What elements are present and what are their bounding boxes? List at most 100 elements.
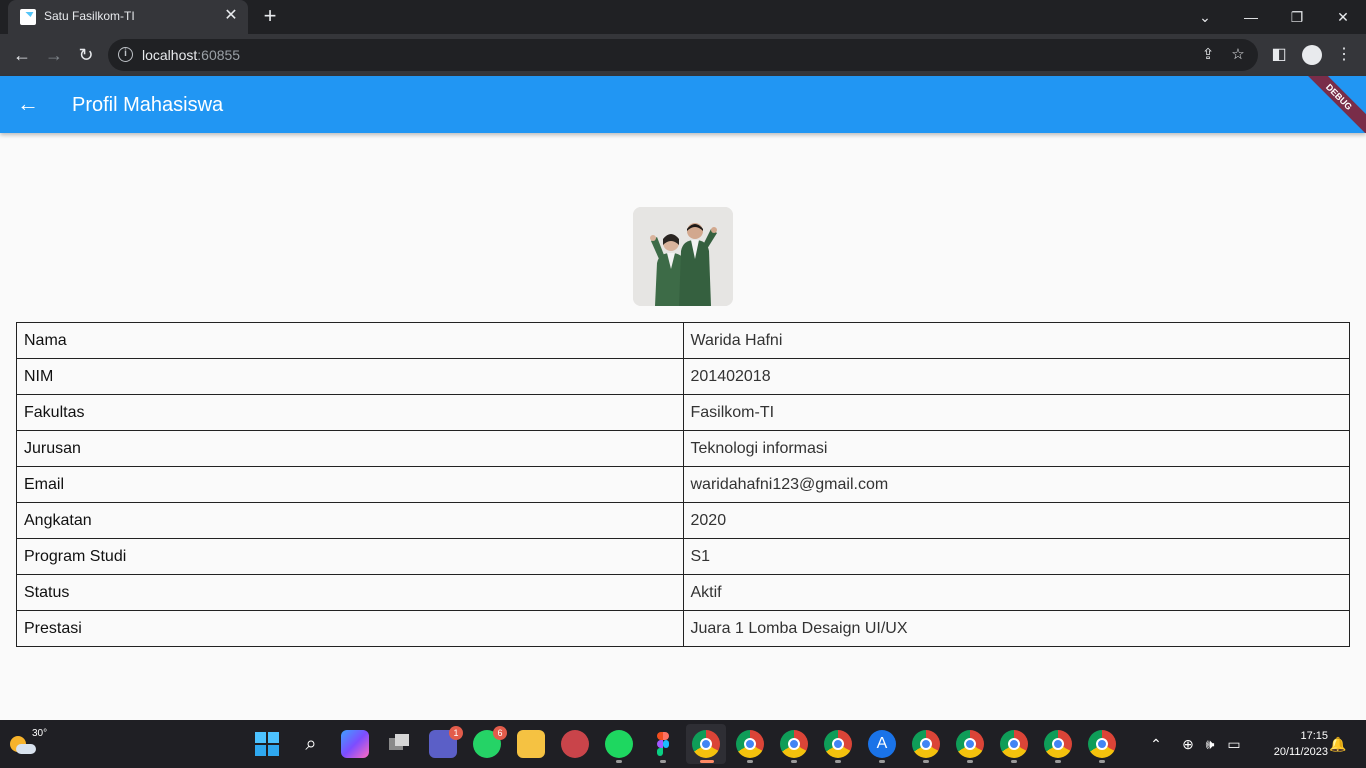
- menu-kebab-icon[interactable]: ⋮: [1332, 43, 1356, 67]
- chrome-icon[interactable]: [780, 730, 808, 758]
- running-indicator: [879, 760, 885, 763]
- chrome-icon[interactable]: [1000, 730, 1028, 758]
- running-indicator: [1055, 760, 1061, 763]
- address-bar[interactable]: i localhost:60855 ⇪ ☆: [108, 39, 1258, 71]
- table-row: Program Studi S1: [16, 538, 1350, 575]
- row-value: Juara 1 Lomba Desaign UI/UX: [682, 610, 1350, 647]
- system-clock[interactable]: 17:15 20/11/2023: [1256, 728, 1328, 760]
- running-indicator: [835, 760, 841, 763]
- new-tab-button[interactable]: +: [258, 5, 282, 29]
- spotify-icon[interactable]: [605, 730, 633, 758]
- row-label: Status: [16, 574, 684, 611]
- row-label: Angkatan: [16, 502, 684, 539]
- chrome-icon[interactable]: [692, 730, 720, 758]
- taskbar: 30° ⌕ 1 6 A ⌃ ⊕ 🕪 ▭ 17:15 20/11/2023 🔔: [0, 720, 1366, 768]
- file-explorer-icon[interactable]: [517, 730, 545, 758]
- running-indicator: [967, 760, 973, 763]
- row-value: waridahafni123@gmail.com: [682, 466, 1350, 503]
- notification-bell-icon[interactable]: 🔔: [1328, 734, 1348, 754]
- row-label: Fakultas: [16, 394, 684, 431]
- chrome-icon[interactable]: [1088, 730, 1116, 758]
- url-text[interactable]: localhost:60855: [142, 47, 240, 63]
- tab-search-chevron-icon[interactable]: ⌄: [1192, 4, 1218, 30]
- table-row: Email waridahafni123@gmail.com: [16, 466, 1350, 503]
- copilot-icon[interactable]: [341, 730, 369, 758]
- profile-photo: [633, 207, 733, 306]
- battery-icon[interactable]: ▭: [1224, 734, 1244, 754]
- weather-widget[interactable]: 30°: [10, 728, 47, 758]
- table-row: Angkatan 2020: [16, 502, 1350, 539]
- tab-title: Satu Fasilkom-TI: [44, 9, 135, 23]
- chrome-icon[interactable]: [1044, 730, 1072, 758]
- close-window-button[interactable]: ✕: [1330, 4, 1356, 30]
- clock-time: 17:15: [1300, 730, 1328, 742]
- flutter-favicon-icon: [20, 9, 36, 25]
- search-icon[interactable]: ⌕: [297, 730, 325, 758]
- row-value: 201402018: [682, 358, 1350, 395]
- android-studio-icon[interactable]: A: [868, 730, 896, 758]
- back-icon[interactable]: ←: [9, 42, 35, 68]
- row-value: 2020: [682, 502, 1350, 539]
- running-indicator: [660, 760, 666, 763]
- table-row: Fakultas Fasilkom-TI: [16, 394, 1350, 431]
- site-info-icon[interactable]: i: [118, 47, 133, 62]
- browser-toolbar: ← → ↻ i localhost:60855 ⇪ ☆ ◧ ⋮: [0, 34, 1366, 76]
- profile-avatar-icon[interactable]: [1302, 45, 1322, 65]
- teams-chat-icon[interactable]: 1: [429, 726, 463, 758]
- temperature: 30°: [32, 728, 48, 739]
- row-label: Jurusan: [16, 430, 684, 467]
- whatsapp-icon[interactable]: 6: [473, 726, 507, 758]
- cloud-icon: [16, 744, 36, 754]
- row-label: Program Studi: [16, 538, 684, 575]
- close-tab-icon[interactable]: ✕: [222, 7, 240, 25]
- restore-button[interactable]: ❐: [1284, 4, 1310, 30]
- running-indicator: [791, 760, 797, 763]
- side-panel-icon[interactable]: ◧: [1267, 43, 1291, 67]
- clock-date: 20/11/2023: [1273, 746, 1328, 758]
- page-title: Profil Mahasiswa: [72, 94, 224, 116]
- chrome-icon[interactable]: [956, 730, 984, 758]
- row-label: Email: [16, 466, 684, 503]
- profile-table: Nama Warida Hafni NIM 201402018 Fakultas…: [16, 322, 1350, 647]
- minimize-button[interactable]: —: [1238, 4, 1264, 30]
- running-indicator: [616, 760, 622, 763]
- debug-banner: DEBUG: [1295, 76, 1366, 133]
- task-view-icon[interactable]: [385, 730, 413, 758]
- app-mascot-icon[interactable]: [561, 730, 589, 758]
- forward-icon[interactable]: →: [41, 42, 67, 68]
- students-photo-illustration: [633, 207, 733, 306]
- running-indicator: [1099, 760, 1105, 763]
- row-value: Fasilkom-TI: [682, 394, 1350, 431]
- show-hidden-icons-chevron-icon[interactable]: ⌃: [1146, 734, 1166, 754]
- browser-tab[interactable]: Satu Fasilkom-TI ✕: [8, 0, 248, 34]
- table-row: Jurusan Teknologi informasi: [16, 430, 1350, 467]
- chrome-icon[interactable]: [736, 730, 764, 758]
- start-button[interactable]: [253, 730, 281, 758]
- active-indicator: [700, 760, 714, 763]
- browser-tab-strip: Satu Fasilkom-TI ✕ + ⌄ — ❐ ✕: [0, 0, 1366, 34]
- row-value: Teknologi informasi: [682, 430, 1350, 467]
- row-label: Prestasi: [16, 610, 684, 647]
- volume-icon[interactable]: 🕪: [1200, 734, 1220, 754]
- reload-icon[interactable]: ↻: [73, 42, 99, 68]
- running-indicator: [923, 760, 929, 763]
- chrome-icon[interactable]: [912, 730, 940, 758]
- running-indicator: [747, 760, 753, 763]
- teams-notification-badge: 1: [449, 726, 463, 740]
- share-icon[interactable]: ⇪: [1198, 45, 1218, 65]
- row-value: Warida Hafni: [682, 322, 1350, 359]
- table-row: NIM 201402018: [16, 358, 1350, 395]
- table-row: Status Aktif: [16, 574, 1350, 611]
- table-row: Prestasi Juara 1 Lomba Desaign UI/UX: [16, 610, 1350, 647]
- whatsapp-notification-badge: 6: [493, 726, 507, 740]
- row-label: Nama: [16, 322, 684, 359]
- chrome-icon[interactable]: [824, 730, 852, 758]
- running-indicator: [1011, 760, 1017, 763]
- bookmark-star-icon[interactable]: ☆: [1228, 45, 1248, 65]
- row-value: Aktif: [682, 574, 1350, 611]
- table-row: Nama Warida Hafni: [16, 322, 1350, 359]
- network-globe-icon[interactable]: ⊕: [1178, 734, 1198, 754]
- back-arrow-icon[interactable]: ←: [14, 90, 42, 118]
- windows-logo-icon: [255, 732, 279, 756]
- figma-icon[interactable]: [649, 730, 677, 758]
